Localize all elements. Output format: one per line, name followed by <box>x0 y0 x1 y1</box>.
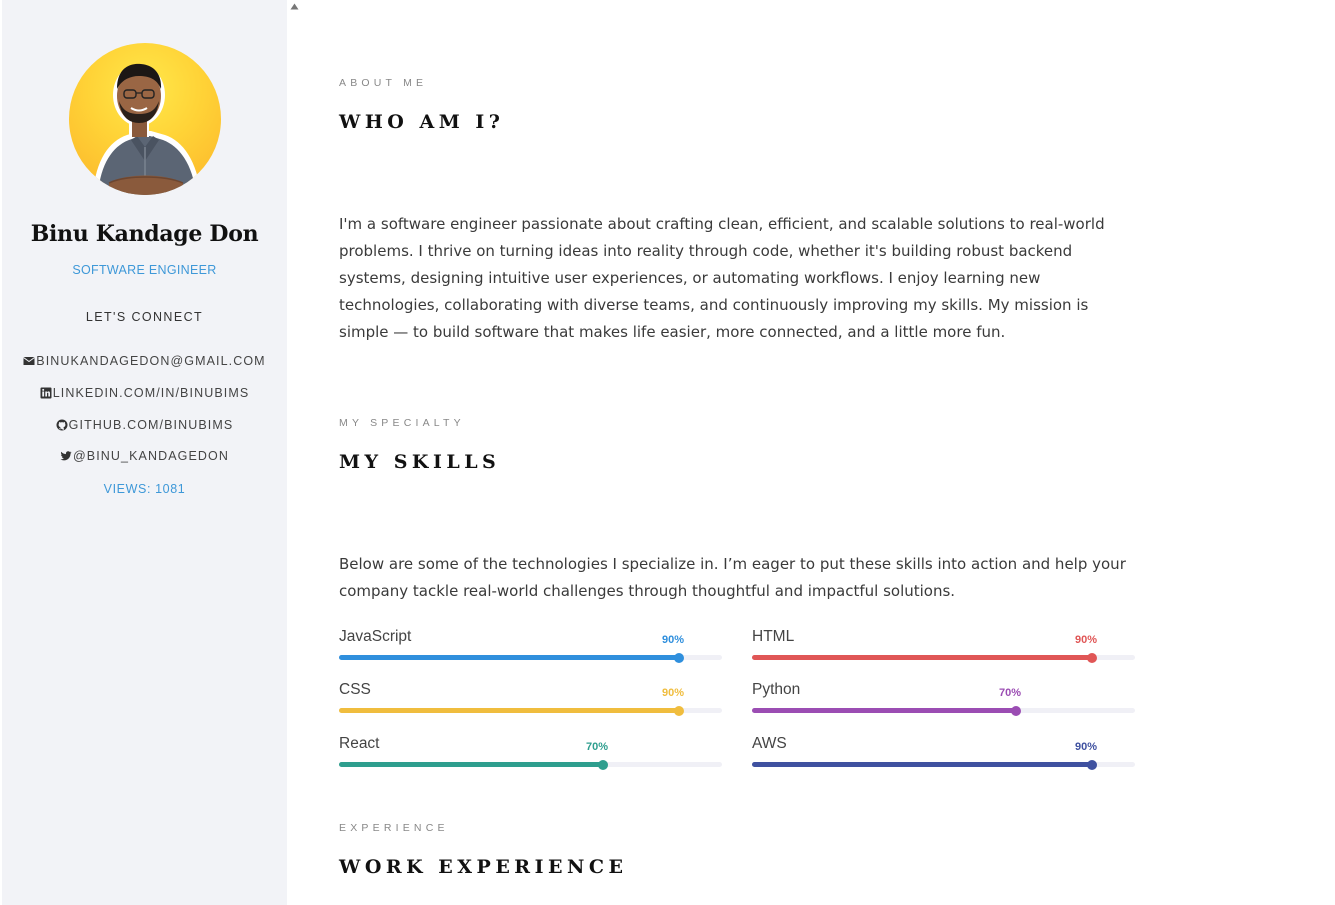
skill-item: AWS 90% <box>752 735 1135 775</box>
skill-track <box>752 705 1135 716</box>
about-heading: WHO AM I? <box>339 111 505 133</box>
skill-progress-fill <box>339 762 603 767</box>
skill-track <box>339 652 722 663</box>
github-icon <box>56 419 68 431</box>
envelope-icon <box>23 357 36 365</box>
skill-progress-fill <box>752 708 1016 713</box>
github-link[interactable]: GITHUB.COM/BINUBIMS <box>2 418 287 432</box>
skill-percent: 90% <box>1074 741 1098 753</box>
skill-name: Python <box>752 681 801 698</box>
experience-heading: WORK EXPERIENCE <box>339 856 628 878</box>
skill-progress-knob <box>674 652 684 663</box>
skill-progress-fill <box>339 655 679 660</box>
skill-track <box>339 759 722 770</box>
skill-track <box>339 705 722 716</box>
twitter-icon <box>60 451 72 461</box>
skills-kicker: MY SPECIALTY <box>339 417 465 429</box>
profile-name: Binu Kandage Don <box>30 221 259 247</box>
skill-name: HTML <box>752 628 795 645</box>
skill-track <box>752 652 1135 663</box>
skill-percent: 90% <box>1074 634 1098 646</box>
avatar <box>69 43 221 195</box>
profile-photo <box>93 63 201 195</box>
skill-progress-knob <box>1011 705 1021 716</box>
about-text: I'm a software engineer passionate about… <box>339 215 1105 341</box>
skill-progress-fill <box>339 708 679 713</box>
skill-progress-fill <box>752 762 1092 767</box>
about-kicker: ABOUT ME <box>339 77 428 89</box>
skill-percent: 90% <box>661 687 685 699</box>
skill-item: Python 70% <box>752 681 1135 721</box>
skill-item: CSS 90% <box>339 681 722 721</box>
email-link[interactable]: BINUKANDAGEDON@GMAIL.COM <box>2 354 287 368</box>
skill-item: React 70% <box>339 735 722 775</box>
skills-text: Below are some of the technologies I spe… <box>339 555 1126 600</box>
experience-kicker: EXPERIENCE <box>339 822 449 834</box>
linkedin-text: LINKEDIN.COM/IN/BINUBIMS <box>52 386 250 400</box>
skill-track <box>752 759 1135 770</box>
skill-percent: 70% <box>585 741 609 753</box>
connect-heading: LET'S CONNECT <box>85 310 204 324</box>
views-counter: VIEWS: 1081 <box>103 482 186 496</box>
skill-name: CSS <box>339 681 371 698</box>
skill-progress-knob <box>1087 652 1097 663</box>
skills-heading: MY SKILLS <box>339 451 501 473</box>
github-text: GITHUB.COM/BINUBIMS <box>68 418 234 432</box>
profile-role: SOFTWARE ENGINEER <box>72 263 217 277</box>
skill-percent: 70% <box>998 687 1022 699</box>
linkedin-link[interactable]: LINKEDIN.COM/IN/BINUBIMS <box>2 386 287 400</box>
skill-name: React <box>339 735 380 752</box>
skill-progress-knob <box>1087 759 1097 770</box>
email-text: BINUKANDAGEDON@GMAIL.COM <box>36 354 266 368</box>
linkedin-icon <box>40 387 52 399</box>
skill-percent: 90% <box>661 634 685 646</box>
scroll-up-arrow-icon[interactable] <box>290 3 299 10</box>
skill-name: JavaScript <box>339 628 412 645</box>
skill-item: JavaScript 90% <box>339 628 722 668</box>
twitter-text: @BINU_KANDAGEDON <box>72 449 229 463</box>
sidebar: Binu Kandage Don SOFTWARE ENGINEER LET'S… <box>2 0 287 905</box>
skill-progress-knob <box>598 759 608 770</box>
skill-item: HTML 90% <box>752 628 1135 668</box>
skill-progress-knob <box>674 705 684 716</box>
twitter-link[interactable]: @BINU_KANDAGEDON <box>2 449 287 463</box>
skill-name: AWS <box>752 735 787 752</box>
skill-progress-fill <box>752 655 1092 660</box>
